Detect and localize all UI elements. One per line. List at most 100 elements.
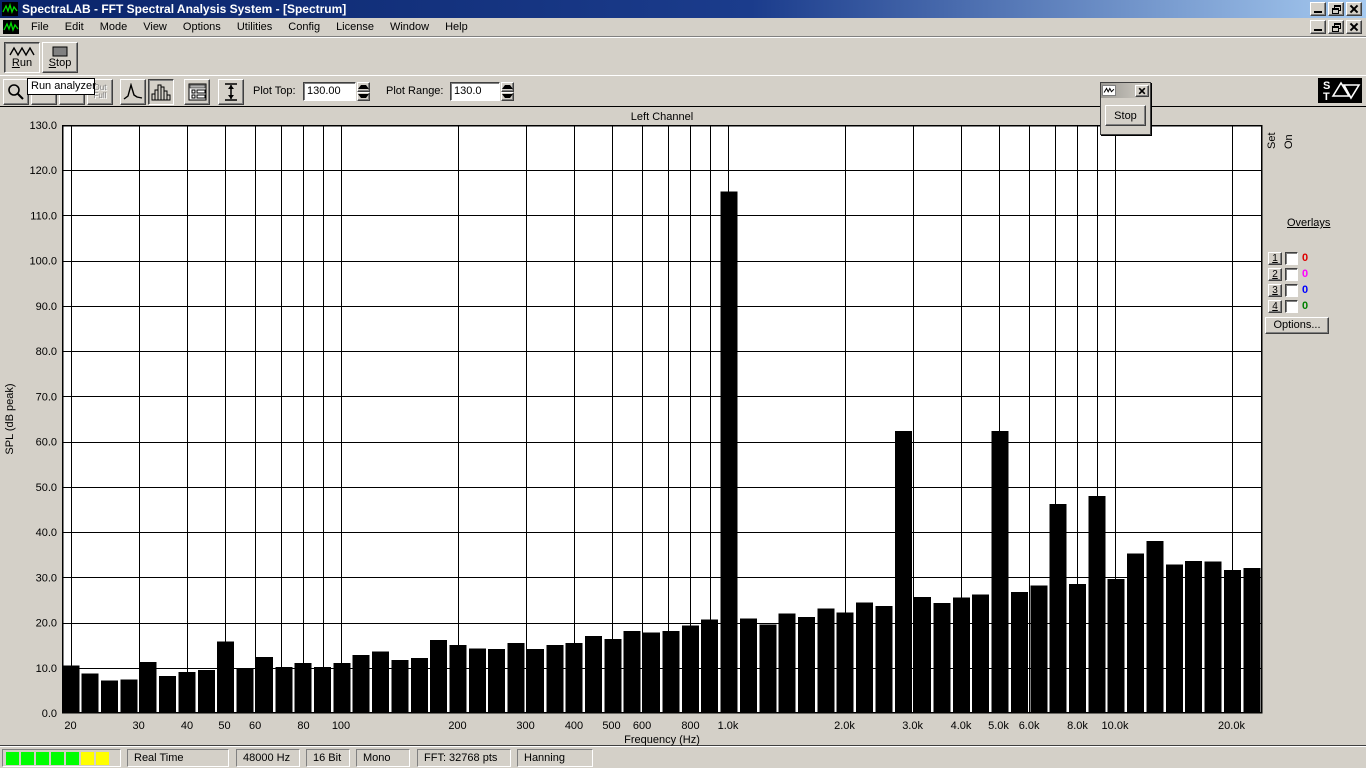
spin-down-icon — [358, 94, 369, 99]
run-analyzer-tooltip: Run analyzer — [27, 78, 96, 95]
floating-toolbar-close-button[interactable] — [1135, 84, 1149, 97]
plot-range-value: 130.0 — [454, 85, 482, 97]
line-plot-button[interactable] — [120, 79, 146, 105]
stop-button[interactable]: Stop — [42, 42, 78, 73]
overlay-on-checkbox-3[interactable] — [1285, 284, 1298, 297]
svg-text:Frequency (Hz): Frequency (Hz) — [624, 734, 700, 746]
status-48000-hz: 48000 Hz — [236, 749, 300, 767]
child-minimize-icon — [1314, 24, 1322, 31]
overlay-set-button-3[interactable]: 3 — [1268, 284, 1282, 297]
plot-top-spinner[interactable] — [357, 82, 370, 101]
title-bar: SpectraLAB - FFT Spectral Analysis Syste… — [0, 0, 1366, 18]
menu-bar: File Edit Mode View Options Utilities Config Li… — [0, 18, 1366, 37]
meter-block — [6, 751, 19, 765]
overlays-options-button[interactable]: Options... — [1265, 317, 1329, 334]
overlay-set-button-4[interactable]: 4 — [1268, 300, 1282, 313]
minimize-button[interactable] — [1310, 2, 1326, 16]
plot-range-field[interactable]: 130.0 — [450, 82, 500, 101]
svg-text:1.0k: 1.0k — [718, 720, 739, 732]
zoom-tool-button[interactable] — [3, 79, 29, 105]
close-button[interactable] — [1346, 2, 1362, 16]
spin-up-icon — [502, 84, 513, 89]
plot-top-spin-down[interactable] — [357, 91, 370, 101]
child-close-button[interactable] — [1346, 20, 1362, 34]
svg-text:50.0: 50.0 — [36, 482, 57, 494]
restore-button[interactable] — [1328, 2, 1344, 16]
floating-stop-label: Stop — [1114, 109, 1137, 122]
menu-window[interactable]: Window — [382, 19, 437, 35]
status-hanning: Hanning — [517, 749, 593, 767]
svg-text:40: 40 — [181, 720, 193, 732]
svg-text:40.0: 40.0 — [36, 527, 57, 539]
menu-options[interactable]: Options — [175, 19, 229, 35]
menu-items: File Edit Mode View Options Utilities Config Li… — [23, 19, 476, 35]
run-button[interactable]: Run — [4, 42, 40, 73]
display-options-button[interactable] — [184, 79, 210, 105]
run-waveform-icon — [9, 46, 35, 57]
vertical-scale-button[interactable] — [218, 79, 244, 105]
floating-toolbar-titlebar[interactable] — [1101, 83, 1150, 98]
meter-block — [66, 751, 79, 765]
plot-range-spinner[interactable] — [501, 82, 514, 101]
plot-range-spin-up[interactable] — [501, 82, 514, 92]
menu-license[interactable]: License — [328, 19, 382, 35]
svg-text:8.0k: 8.0k — [1067, 720, 1088, 732]
svg-text:20: 20 — [64, 720, 76, 732]
svg-text:80.0: 80.0 — [36, 346, 57, 358]
close-icon — [1139, 87, 1145, 93]
status-bar: Real Time 48000 Hz 16 Bit Mono FFT: 32768 pt… — [0, 746, 1366, 768]
floating-run-toolbar: Stop — [1100, 82, 1151, 135]
overlay-set-button-1[interactable]: 1 — [1268, 252, 1282, 265]
overlay-value-4: 0 — [1302, 300, 1309, 312]
child-minimize-button[interactable] — [1310, 20, 1326, 34]
status-16-bit: 16 Bit — [306, 749, 350, 767]
child-restore-button[interactable] — [1328, 20, 1344, 34]
svg-text:60.0: 60.0 — [36, 437, 57, 449]
window-title: SpectraLAB - FFT Spectral Analysis Syste… — [22, 2, 347, 16]
close-icon — [1350, 5, 1358, 13]
menu-utilities[interactable]: Utilities — [229, 19, 280, 35]
dialog-options-icon — [188, 83, 206, 101]
menu-file[interactable]: File — [23, 19, 57, 35]
floating-stop-button[interactable]: Stop — [1105, 105, 1146, 126]
waveform-mini-icon — [1102, 85, 1116, 96]
svg-text:30.0: 30.0 — [36, 572, 57, 584]
overlay-value-1: 0 — [1302, 252, 1309, 264]
meter-block — [51, 751, 64, 765]
svg-text:5.0k: 5.0k — [988, 720, 1009, 732]
spectrum-chart[interactable]: 130.0120.0110.0100.090.080.070.060.050.0… — [0, 107, 1366, 747]
svg-text:6.0k: 6.0k — [1019, 720, 1040, 732]
status-fft-32768-pts: FFT: 32768 pts — [417, 749, 511, 767]
meter-block — [36, 751, 49, 765]
svg-text:800: 800 — [681, 720, 699, 732]
line-plot-icon — [123, 83, 143, 100]
overlay-on-checkbox-4[interactable] — [1285, 300, 1298, 313]
svg-text:10.0: 10.0 — [36, 663, 57, 675]
vertical-range-icon — [225, 83, 237, 101]
svg-text:SPL (dB peak): SPL (dB peak) — [4, 383, 16, 454]
stop-button-label: Stop — [48, 57, 72, 69]
overlay-set-button-2[interactable]: 2 — [1268, 268, 1282, 281]
menu-help[interactable]: Help — [437, 19, 476, 35]
app-icon — [2, 2, 18, 16]
svg-text:T: T — [1323, 91, 1330, 103]
svg-text:10.0k: 10.0k — [1102, 720, 1129, 732]
spectrum-chart-area: 130.0 120.0 110.0 100.0 90.0 80.0 70.0 60.0 50.0… — [0, 106, 1366, 746]
svg-text:600: 600 — [633, 720, 651, 732]
plot-range-spin-down[interactable] — [501, 91, 514, 101]
child-restore-icon — [1331, 22, 1341, 32]
bar-plot-button[interactable] — [148, 79, 174, 105]
menu-mode[interactable]: Mode — [92, 19, 136, 35]
overlay-on-checkbox-1[interactable] — [1285, 252, 1298, 265]
menu-view[interactable]: View — [135, 19, 175, 35]
menu-config[interactable]: Config — [280, 19, 328, 35]
overlay-value-2: 0 — [1302, 268, 1309, 280]
menu-edit[interactable]: Edit — [57, 19, 92, 35]
plot-top-spin-up[interactable] — [357, 82, 370, 92]
plot-top-field[interactable]: 130.00 — [303, 82, 356, 101]
child-close-icon — [1350, 23, 1358, 31]
svg-text:90.0: 90.0 — [36, 301, 57, 313]
plot-top-value: 130.00 — [307, 85, 341, 97]
overlay-on-checkbox-2[interactable] — [1285, 268, 1298, 281]
restore-icon — [1331, 4, 1341, 14]
